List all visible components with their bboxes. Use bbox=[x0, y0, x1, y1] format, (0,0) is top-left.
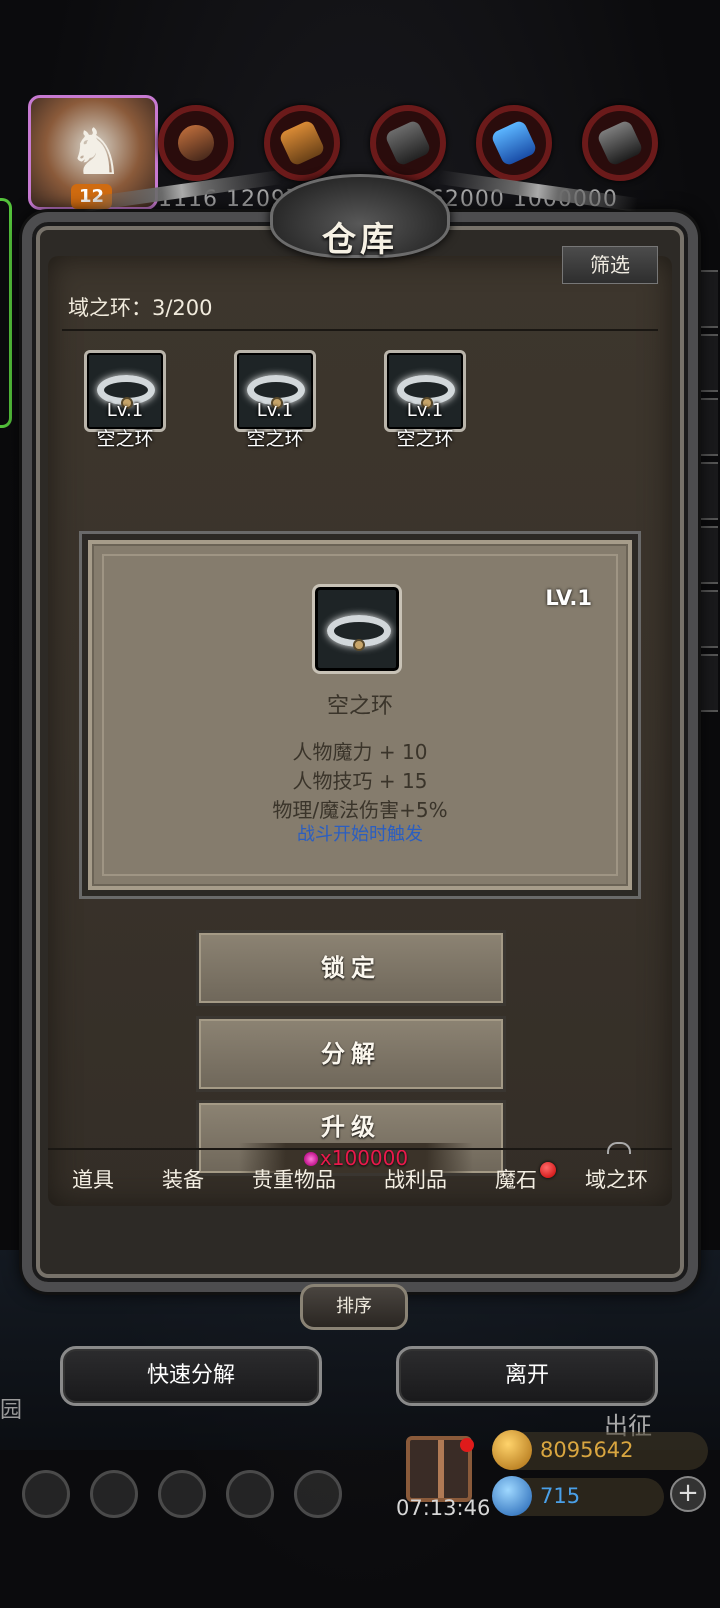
inventory-slot[interactable]: Lv.1 空之环 bbox=[234, 350, 316, 450]
gem-value: 715 bbox=[540, 1484, 581, 1508]
iron-resource-icon[interactable] bbox=[370, 105, 446, 181]
detail-level: LV.1 bbox=[545, 586, 592, 610]
wood-resource-icon[interactable] bbox=[264, 105, 340, 181]
inventory-slot[interactable]: Lv.1 空之环 bbox=[84, 350, 166, 450]
ring-icon bbox=[312, 584, 402, 674]
category-tabs: 道具 装备 贵重物品 战利品 魔石 域之环 bbox=[48, 1142, 672, 1208]
horse-icon: ♞ bbox=[67, 116, 125, 190]
notification-dot bbox=[540, 1162, 556, 1178]
slot-level: Lv.1 bbox=[406, 400, 444, 421]
inventory-grid: Lv.1 空之环 Lv.1 空之环 Lv.1 空之环 bbox=[84, 350, 466, 450]
tab-equipment[interactable]: 装备 bbox=[162, 1164, 204, 1194]
gold-value: 8095642 bbox=[540, 1438, 634, 1462]
slot-level: Lv.1 bbox=[256, 400, 294, 421]
crystal-resource-icon[interactable] bbox=[476, 105, 552, 181]
gift-timer: 07:13:46 bbox=[396, 1496, 491, 1520]
inventory-slot[interactable]: Lv.1 空之环 bbox=[384, 350, 466, 450]
lock-button[interactable]: 锁定 bbox=[196, 930, 506, 1006]
decompose-button[interactable]: 分解 bbox=[196, 1016, 506, 1092]
slot-name: 空之环 bbox=[396, 428, 454, 450]
book-icon[interactable] bbox=[158, 1470, 206, 1518]
upgrade-label: 升级 bbox=[321, 1113, 381, 1141]
gold-counter: 8095642 bbox=[492, 1430, 708, 1470]
tab-items[interactable]: 道具 bbox=[72, 1164, 114, 1194]
tab-valuables[interactable]: 贵重物品 bbox=[252, 1164, 336, 1194]
side-label: 园 bbox=[0, 1398, 23, 1423]
detail-item-name: 空之环 bbox=[326, 694, 393, 719]
detail-stat: 人物技巧 + 15 bbox=[292, 769, 428, 793]
gold-coin-icon bbox=[492, 1430, 532, 1470]
shield-icon[interactable] bbox=[294, 1470, 342, 1518]
tab-domain-ring[interactable]: 域之环 bbox=[585, 1142, 648, 1194]
settings-icon[interactable] bbox=[22, 1470, 70, 1518]
warehouse-dialog: 仓库 筛选 域之环：3/200 Lv.1 空之环 Lv.1 空之环 Lv.1 空… bbox=[22, 170, 698, 1330]
slot-name: 空之环 bbox=[96, 428, 154, 450]
tab-magic-stone[interactable]: 魔石 bbox=[495, 1164, 537, 1194]
notification-dot bbox=[460, 1438, 474, 1452]
divider bbox=[62, 329, 658, 331]
detail-stat: 人物魔力 + 10 bbox=[292, 740, 428, 764]
left-side-panel-edge bbox=[0, 198, 12, 428]
tab-loot[interactable]: 战利品 bbox=[384, 1164, 447, 1194]
detail-stat: 物理/魔法伤害+5% bbox=[272, 798, 448, 822]
stone-resource-icon[interactable] bbox=[582, 105, 658, 181]
gem-counter: 715 bbox=[492, 1476, 664, 1516]
slot-level: Lv.1 bbox=[106, 400, 144, 421]
detail-trigger-text: 战斗开始时触发 bbox=[297, 824, 423, 845]
leave-button[interactable]: 离开 bbox=[396, 1346, 658, 1406]
slot-name: 空之环 bbox=[246, 428, 304, 450]
star-icon[interactable] bbox=[90, 1470, 138, 1518]
add-currency-button[interactable]: + bbox=[670, 1476, 706, 1512]
mail-icon[interactable] bbox=[226, 1470, 274, 1518]
item-count-label: 域之环：3/200 bbox=[68, 296, 213, 320]
blue-gem-icon bbox=[492, 1476, 532, 1516]
sort-button[interactable]: 排序 bbox=[300, 1284, 408, 1330]
quick-decompose-button[interactable]: 快速分解 bbox=[60, 1346, 322, 1406]
filter-button[interactable]: 筛选 bbox=[562, 246, 658, 284]
meat-resource-icon[interactable] bbox=[158, 105, 234, 181]
item-detail-card: LV.1 空之环 人物魔力 + 10 人物技巧 + 15 物理/魔法伤害+5% … bbox=[82, 534, 638, 896]
